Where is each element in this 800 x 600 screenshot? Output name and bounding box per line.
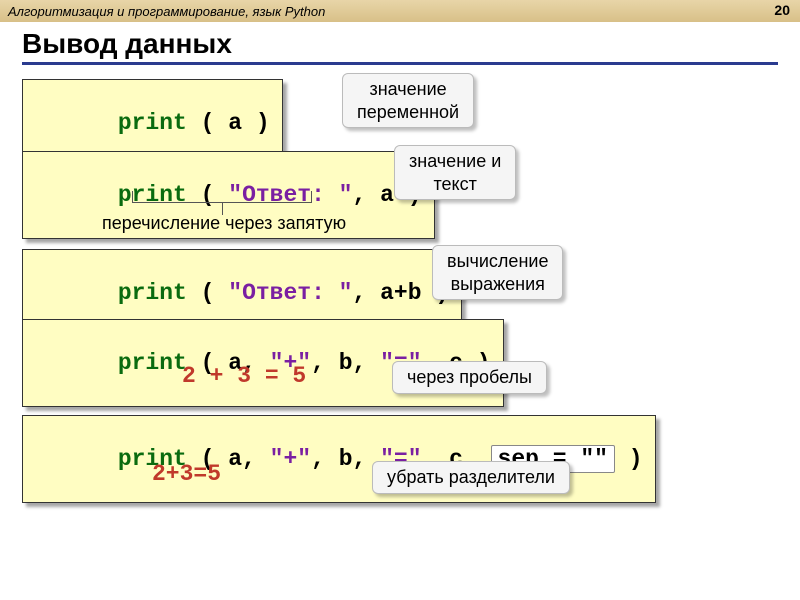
- caption-comma-list: перечисление через запятую: [102, 213, 346, 234]
- note-with-spaces: через пробелы: [392, 361, 547, 394]
- output-nosep: 2+3=5: [152, 461, 221, 487]
- string-plus: "+": [270, 446, 311, 472]
- keyword-print: print: [118, 280, 187, 306]
- code-text: ( a ): [187, 110, 270, 136]
- page-title: Вывод данных: [22, 28, 778, 60]
- header-title: Алгоритмизация и программирование, язык …: [8, 4, 325, 19]
- row-print-a: print ( a ) значение переменной: [22, 79, 778, 129]
- paren-open: (: [187, 280, 228, 306]
- row-print-multi: print ( a, "+", b, "=", c ) 2 + 3 = 5 че…: [22, 319, 778, 401]
- bracket-icon: [132, 191, 312, 203]
- output-spaces: 2 + 3 = 5: [182, 363, 306, 389]
- header-bar: Алгоритмизация и программирование, язык …: [0, 0, 800, 22]
- code-seg: , b,: [311, 446, 380, 472]
- title-underline: [22, 62, 778, 65]
- code-seg: , b,: [311, 350, 380, 376]
- keyword-print: print: [118, 350, 187, 376]
- page-number: 20: [774, 2, 790, 18]
- string-literal: "Ответ: ": [228, 280, 352, 306]
- row-print-text-a: print ( "Ответ: ", a ) значение и текст …: [22, 143, 778, 235]
- note-remove-sep: убрать разделители: [372, 461, 570, 494]
- row-print-expr: print ( "Ответ: ", a+b ) вычисление выра…: [22, 249, 778, 305]
- row-print-sep: print ( a, "+", b, "=", c, sep = "" ) 2+…: [22, 415, 778, 499]
- note-compute-expr: вычисление выражения: [432, 245, 563, 300]
- note-variable-value: значение переменной: [342, 73, 474, 128]
- note-value-and-text: значение и текст: [394, 145, 516, 200]
- keyword-print: print: [118, 110, 187, 136]
- code-seg: ): [615, 446, 643, 472]
- slide-content: Вывод данных print ( a ) значение переме…: [0, 22, 800, 523]
